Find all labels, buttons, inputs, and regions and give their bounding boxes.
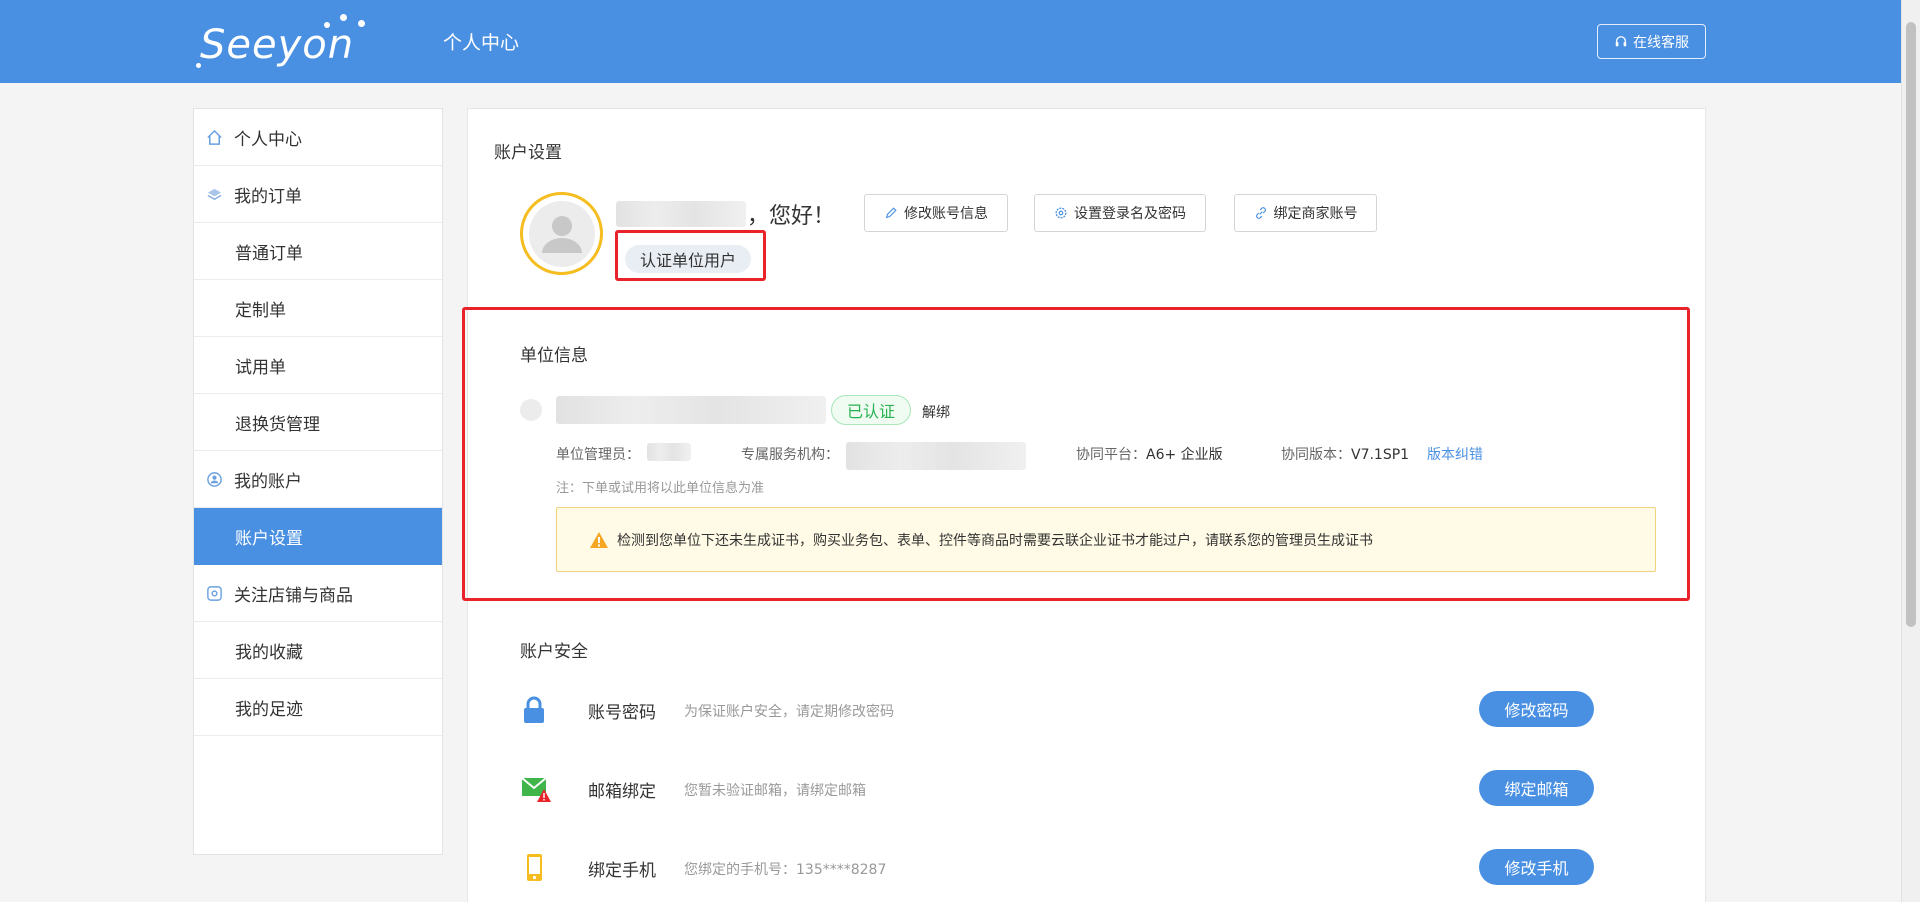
platform-label: 协同平台： bbox=[1076, 447, 1146, 463]
unit-admin-label: 单位管理员： bbox=[556, 447, 640, 463]
version-correction-link[interactable]: 版本纠错 bbox=[1427, 444, 1483, 464]
scrollbar-thumb[interactable] bbox=[1906, 22, 1916, 627]
unit-note: 注：下单或试用将以此单位信息为准 bbox=[556, 481, 765, 496]
unit-info-title: 单位信息 bbox=[520, 346, 588, 366]
verified-badge: 已认证 bbox=[831, 395, 911, 425]
security-row-email: 邮箱绑定 您暂未验证邮箱，请绑定邮箱 绑定邮箱 bbox=[468, 768, 1707, 808]
headset-icon bbox=[1615, 35, 1627, 46]
sidebar-item-followed-stores[interactable]: 关注店铺与商品 bbox=[194, 565, 442, 622]
top-header: Seeyon 个人中心 在线客服 bbox=[0, 0, 1901, 83]
username-redacted bbox=[616, 201, 746, 227]
phone-icon bbox=[527, 854, 542, 881]
set-login-password-label: 设置登录名及密码 bbox=[1074, 206, 1186, 222]
home-icon bbox=[207, 129, 222, 145]
security-row-name: 绑定手机 bbox=[588, 861, 656, 881]
sidebar-item-label: 我的足迹 bbox=[235, 699, 303, 720]
sidebar-item-label: 试用单 bbox=[235, 357, 286, 378]
sidebar-item-account-settings[interactable]: 账户设置 bbox=[194, 508, 442, 565]
bind-merchant-account-label: 绑定商家账号 bbox=[1273, 206, 1358, 222]
greeting-text: ，您好！ bbox=[747, 204, 836, 229]
sidebar-item-label: 账户设置 bbox=[235, 528, 303, 549]
sidebar-item-my-orders[interactable]: 我的订单 bbox=[194, 166, 442, 223]
header-title: 个人中心 bbox=[443, 32, 520, 54]
account-settings-title: 账户设置 bbox=[494, 143, 562, 163]
edit-account-info-label: 修改账号信息 bbox=[904, 206, 988, 222]
store-icon bbox=[207, 586, 222, 601]
version-label: 协同版本： bbox=[1281, 447, 1351, 463]
user-circle-icon bbox=[207, 472, 222, 487]
security-row-name: 账号密码 bbox=[588, 703, 656, 723]
change-phone-button[interactable]: 修改手机 bbox=[1479, 849, 1594, 885]
logo-text: Seeyon bbox=[200, 22, 355, 68]
security-row-phone: 绑定手机 您绑定的手机号：135****8287 修改手机 bbox=[468, 847, 1707, 887]
security-row-desc: 为保证账户安全，请定期修改密码 bbox=[684, 704, 894, 720]
gear-icon bbox=[1055, 207, 1067, 219]
mail-warning-icon bbox=[521, 777, 551, 802]
security-row-desc: 您绑定的手机号：135****8287 bbox=[684, 862, 887, 878]
pencil-icon bbox=[885, 207, 897, 219]
sidebar-item-label: 我的账户 bbox=[234, 471, 302, 492]
default-avatar-icon bbox=[528, 200, 595, 267]
sidebar-item-label: 我的订单 bbox=[234, 186, 302, 207]
security-row-password: 账号密码 为保证账户安全，请定期修改密码 修改密码 bbox=[468, 689, 1707, 729]
bind-email-button[interactable]: 绑定邮箱 bbox=[1479, 770, 1594, 806]
sidebar-item-custom-orders[interactable]: 定制单 bbox=[194, 280, 442, 337]
layers-icon bbox=[207, 188, 222, 200]
service-org-redacted bbox=[846, 442, 1026, 470]
sidebar-item-trial-orders[interactable]: 试用单 bbox=[194, 337, 442, 394]
page-scrollbar[interactable] bbox=[1901, 0, 1920, 902]
sidebar-item-my-account[interactable]: 我的账户 bbox=[194, 451, 442, 508]
unit-name-redacted bbox=[556, 396, 826, 424]
version-value: V7.1SP1 bbox=[1351, 447, 1410, 463]
platform-value: A6+ 企业版 bbox=[1146, 447, 1223, 463]
security-row-desc: 您暂未验证邮箱，请绑定邮箱 bbox=[684, 783, 866, 799]
account-security-title: 账户安全 bbox=[520, 642, 588, 662]
sidebar-item-label: 普通订单 bbox=[235, 243, 303, 264]
cloud-icon bbox=[520, 399, 542, 421]
security-row-name: 邮箱绑定 bbox=[588, 782, 656, 802]
sidebar-item-footprints[interactable]: 我的足迹 bbox=[194, 679, 442, 736]
sidebar-item-returns[interactable]: 退换货管理 bbox=[194, 394, 442, 451]
sidebar-item-personal-center[interactable]: 个人中心 bbox=[194, 109, 442, 166]
lock-icon bbox=[524, 696, 544, 723]
unit-admin-redacted bbox=[647, 443, 691, 461]
avatar[interactable] bbox=[520, 192, 603, 275]
unbind-link[interactable]: 解绑 bbox=[922, 402, 950, 422]
online-service-label: 在线客服 bbox=[1633, 34, 1689, 51]
platform-info: 协同平台：A6+ 企业版 bbox=[1076, 444, 1223, 464]
sidebar-item-label: 我的收藏 bbox=[235, 642, 303, 663]
main-content: 账户设置 ，您好！ 认证单位用户 修改账号信息 设置登录名及密码 绑定商家账号 … bbox=[462, 108, 1707, 902]
sidebar: 个人中心 我的订单 普通订单 定制单 试用单 退换货管理 我的账户 账户设置 关… bbox=[193, 108, 443, 855]
warning-icon bbox=[590, 531, 608, 548]
sidebar-item-label: 定制单 bbox=[235, 300, 286, 321]
version-info: 协同版本：V7.1SP1 bbox=[1281, 444, 1409, 464]
sidebar-item-label: 退换货管理 bbox=[235, 414, 320, 435]
change-password-button[interactable]: 修改密码 bbox=[1479, 691, 1594, 727]
certificate-warning: 检测到您单位下还未生成证书，购买业务包、表单、控件等商品时需要云联企业证书才能过… bbox=[556, 507, 1656, 572]
sidebar-item-label: 个人中心 bbox=[234, 129, 302, 150]
online-service-button[interactable]: 在线客服 bbox=[1597, 24, 1706, 59]
sidebar-item-normal-orders[interactable]: 普通订单 bbox=[194, 223, 442, 280]
edit-account-info-button[interactable]: 修改账号信息 bbox=[864, 194, 1008, 232]
set-login-password-button[interactable]: 设置登录名及密码 bbox=[1034, 194, 1206, 232]
sidebar-item-label: 关注店铺与商品 bbox=[234, 585, 353, 606]
highlight-box-cert-badge bbox=[615, 230, 766, 281]
service-org-label: 专属服务机构： bbox=[741, 447, 839, 463]
bind-merchant-account-button[interactable]: 绑定商家账号 bbox=[1234, 194, 1377, 232]
seeyon-logo[interactable]: Seeyon bbox=[196, 14, 380, 70]
warning-text: 检测到您单位下还未生成证书，购买业务包、表单、控件等商品时需要云联企业证书才能过… bbox=[617, 532, 1373, 549]
sidebar-item-favorites[interactable]: 我的收藏 bbox=[194, 622, 442, 679]
link-icon bbox=[1255, 207, 1266, 219]
